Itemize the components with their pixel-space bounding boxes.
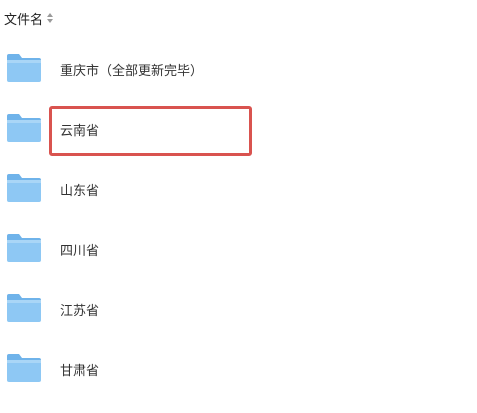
- column-header-filename[interactable]: 文件名: [4, 8, 54, 28]
- file-name: 四川省: [60, 244, 100, 259]
- file-name: 甘肃省: [60, 364, 100, 379]
- folder-icon: [7, 114, 41, 142]
- file-row-yunnan[interactable]: 云南省: [0, 102, 477, 158]
- folder-icon: [6, 407, 42, 413]
- file-name: 江苏省: [60, 304, 100, 319]
- file-name: 重庆市（全部更新完毕）: [60, 64, 204, 79]
- file-row-chongqing[interactable]: 重庆市（全部更新完毕）: [0, 42, 477, 98]
- file-name: 山东省: [60, 184, 100, 199]
- folder-icon: [7, 294, 41, 322]
- folder-icon: [7, 54, 41, 82]
- file-row-sichuan[interactable]: 四川省: [0, 222, 477, 278]
- folder-icon: [7, 354, 41, 382]
- file-name: 云南省: [60, 124, 100, 139]
- folder-icon: [7, 234, 41, 262]
- file-row-gansu[interactable]: 甘肃省: [0, 342, 477, 398]
- sort-icon[interactable]: [47, 13, 54, 23]
- file-row-shandong[interactable]: 山东省: [0, 162, 477, 218]
- folder-icon: [7, 174, 41, 202]
- column-header-label: 文件名: [4, 12, 44, 28]
- file-row-jiangsu[interactable]: 江苏省: [0, 282, 477, 338]
